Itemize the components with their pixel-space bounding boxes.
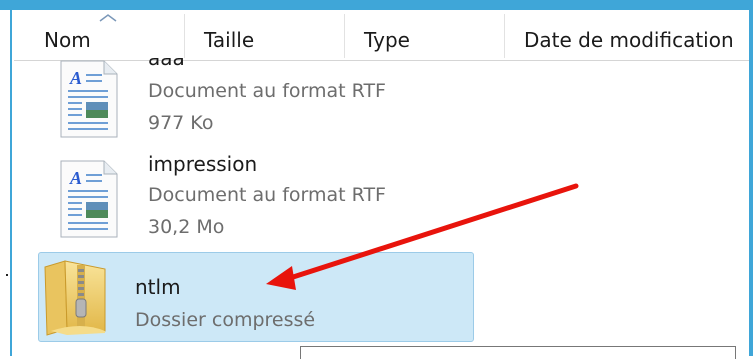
file-type: Document au format RTF bbox=[148, 184, 386, 206]
tooltip-edge bbox=[300, 346, 736, 359]
file-name: impression bbox=[148, 152, 258, 176]
window-left-border bbox=[0, 10, 12, 356]
file-size: 977 Ko bbox=[148, 112, 214, 134]
file-size: 30,2 Mo bbox=[148, 216, 225, 238]
file-name: ntlm bbox=[135, 275, 181, 299]
file-type: Document au format RTF bbox=[148, 80, 386, 102]
window-top-border bbox=[0, 0, 753, 10]
file-name: aaa bbox=[148, 46, 185, 70]
rtf-document-icon: A bbox=[60, 160, 118, 238]
file-item-ntlm[interactable]: ntlm Dossier compressé bbox=[38, 252, 474, 342]
column-header-modified[interactable]: Date de modification bbox=[524, 10, 734, 60]
svg-text:A: A bbox=[69, 68, 82, 88]
file-type: Dossier compressé bbox=[135, 309, 316, 331]
rtf-document-icon: A bbox=[60, 60, 118, 138]
file-item-impression[interactable]: A impression Document au format RTF 30,2… bbox=[38, 148, 474, 248]
zip-folder-icon bbox=[44, 260, 106, 336]
window-right-border bbox=[749, 10, 753, 356]
sort-ascending-icon bbox=[99, 14, 117, 22]
stray-pixel bbox=[6, 274, 8, 276]
file-item-aaa[interactable]: A aaa Document au format RTF 977 Ko bbox=[38, 30, 474, 140]
column-divider[interactable] bbox=[504, 14, 505, 58]
svg-text:A: A bbox=[69, 168, 82, 188]
